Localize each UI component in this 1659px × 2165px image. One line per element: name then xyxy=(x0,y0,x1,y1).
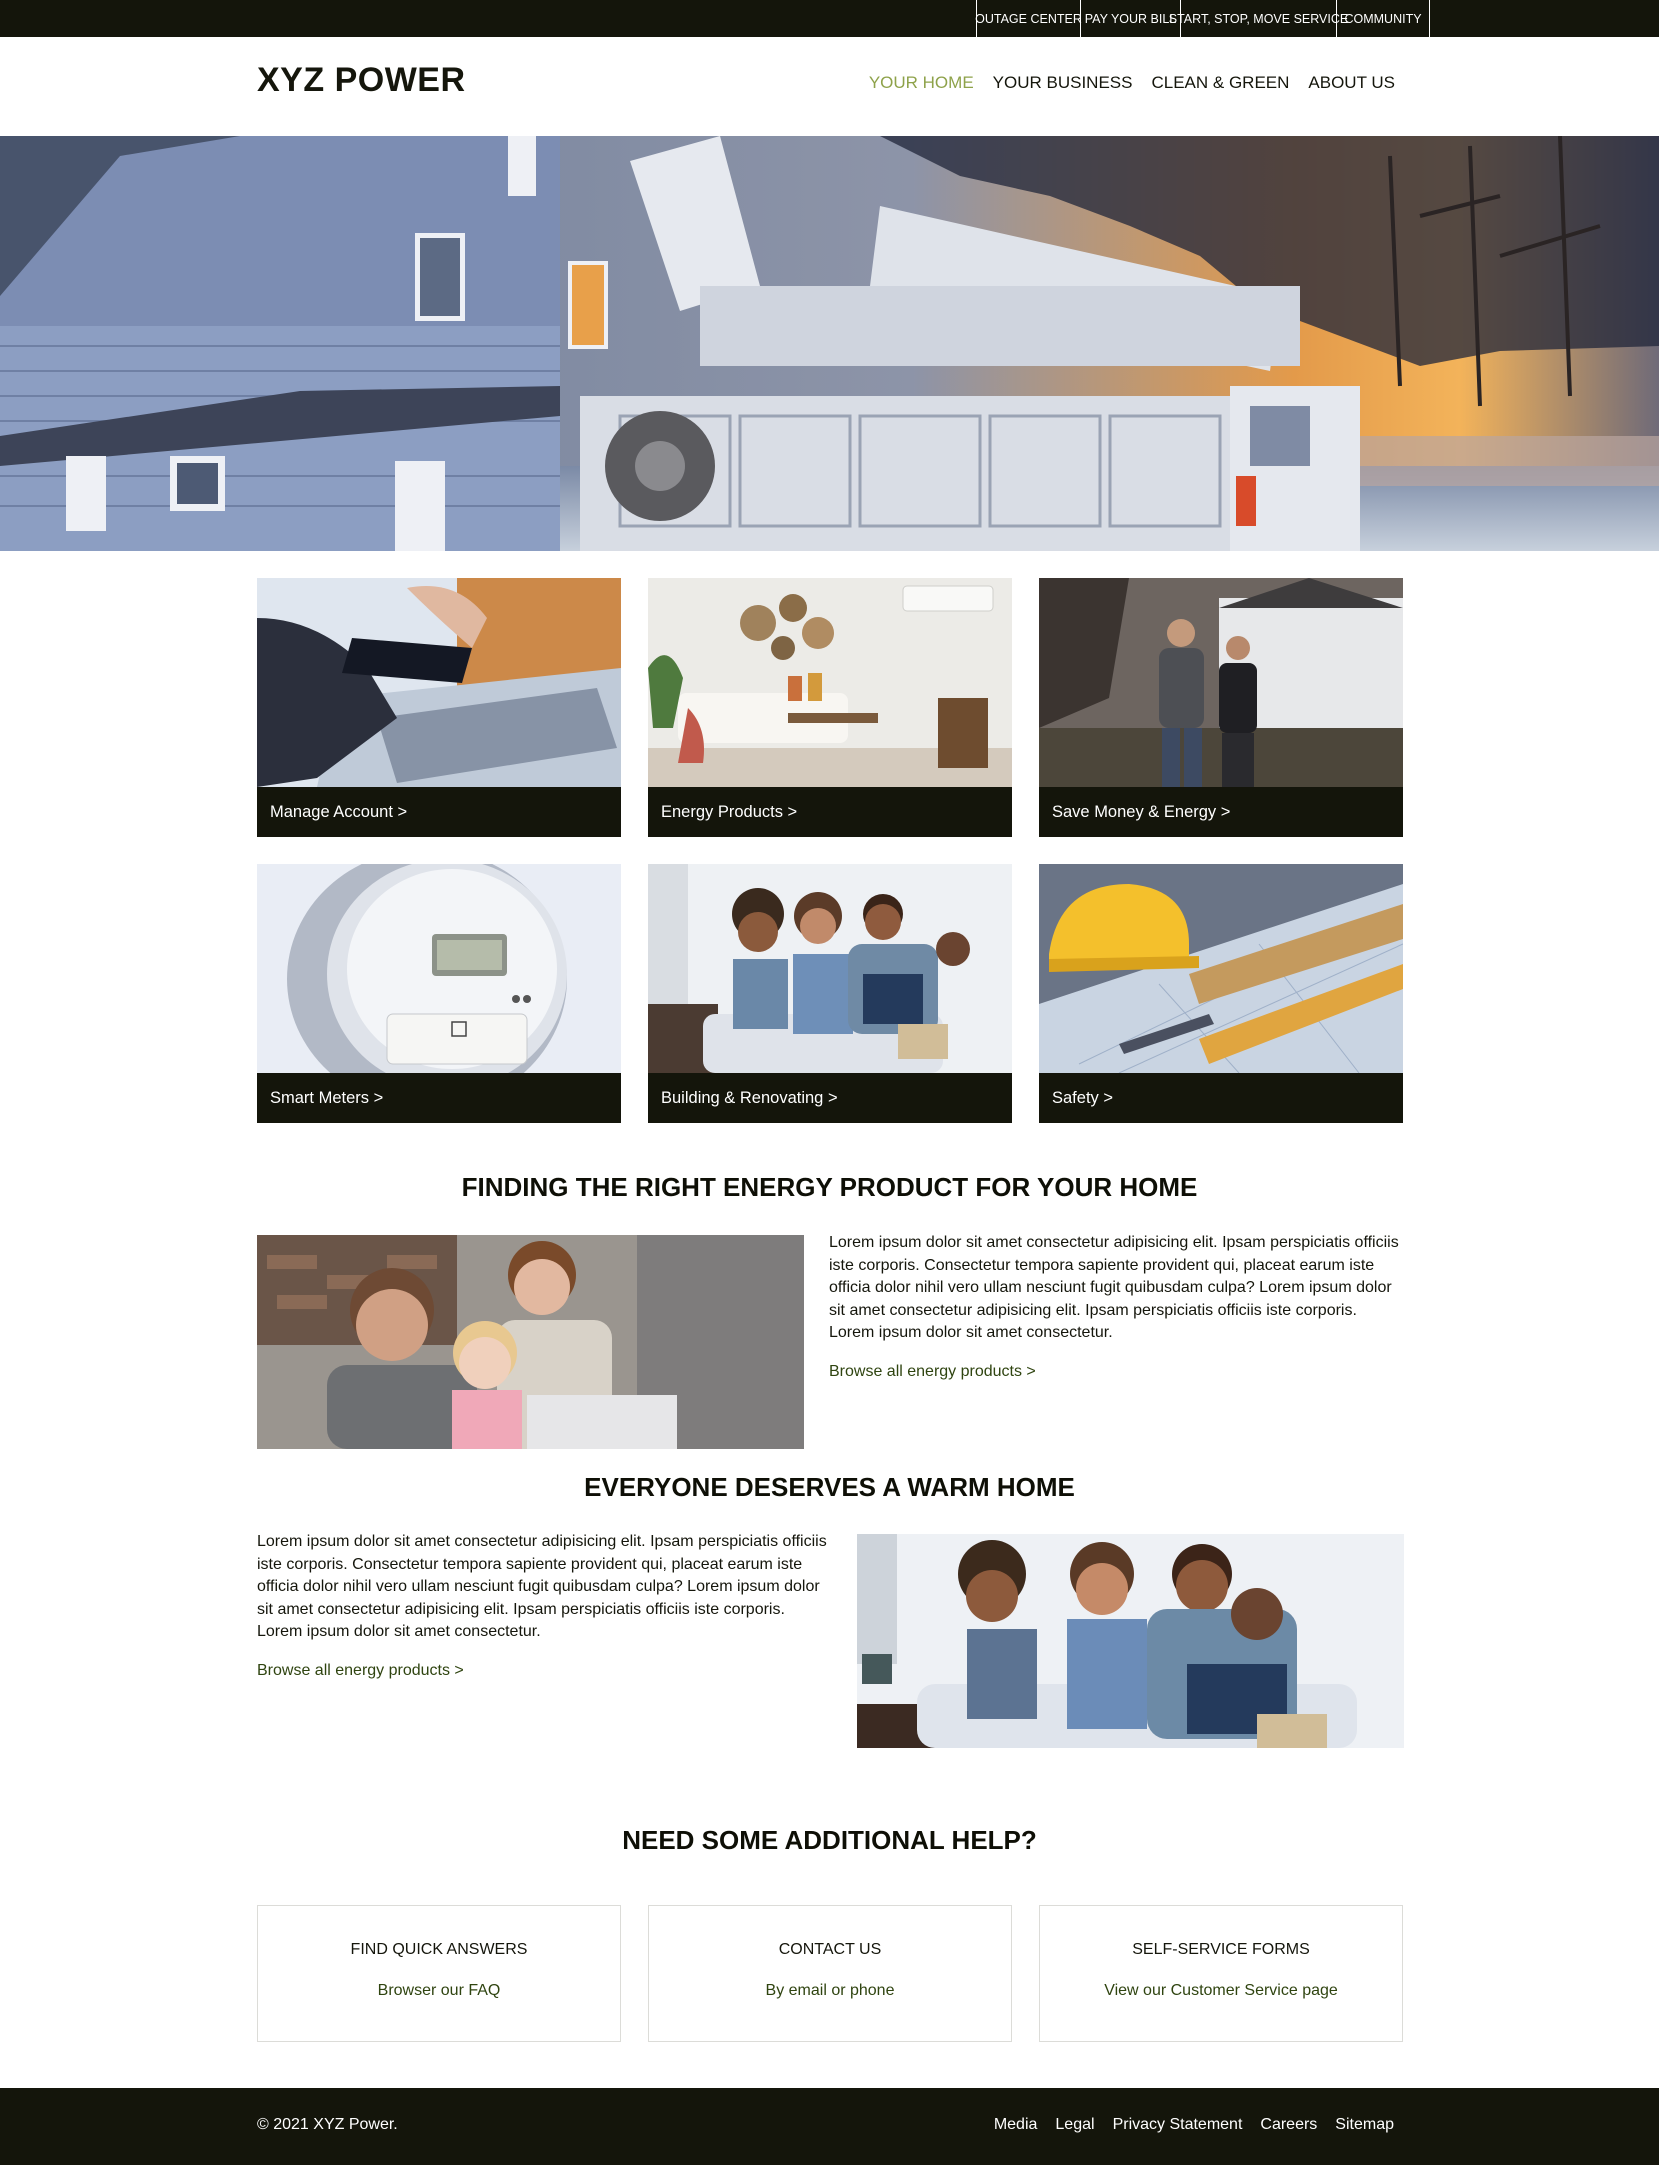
section2-body-text: Lorem ipsum dolor sit amet consectetur a… xyxy=(257,1533,827,1640)
help-box-title: FIND QUICK ANSWERS xyxy=(350,1941,528,1958)
site-header: XYZ POWER YOUR HOME YOUR BUSINESS CLEAN … xyxy=(0,37,1659,136)
tile-label: Smart Meters > xyxy=(257,1073,621,1123)
section1-body-text: Lorem ipsum dolor sit amet consectetur a… xyxy=(829,1234,1399,1341)
help-box-contact-us: CONTACT US By email or phone xyxy=(648,1905,1012,2042)
smart-meters-image xyxy=(257,864,621,1073)
contact-link[interactable]: By email or phone xyxy=(649,1982,1011,2000)
section2-browse-link[interactable]: Browse all energy products > xyxy=(257,1662,464,1680)
tile-label: Safety > xyxy=(1039,1073,1403,1123)
nav-about-us[interactable]: ABOUT US xyxy=(1308,73,1395,93)
tile-building-renovating[interactable]: Building & Renovating > xyxy=(648,864,1012,1123)
footer-link-privacy[interactable]: Privacy Statement xyxy=(1113,2116,1243,2134)
main-nav: YOUR HOME YOUR BUSINESS CLEAN & GREEN AB… xyxy=(869,73,1395,93)
help-box-quick-answers: FIND QUICK ANSWERS Browser our FAQ xyxy=(257,1905,621,2042)
tile-energy-products[interactable]: Energy Products > xyxy=(648,578,1012,837)
help-box-self-service: SELF-SERVICE FORMS View our Customer Ser… xyxy=(1039,1905,1403,2042)
tile-save-money-energy[interactable]: Save Money & Energy > xyxy=(1039,578,1403,837)
hero-image xyxy=(0,136,1659,551)
nav-clean-green[interactable]: CLEAN & GREEN xyxy=(1151,73,1289,93)
building-renovating-image xyxy=(648,864,1012,1073)
tile-label: Save Money & Energy > xyxy=(1039,787,1403,837)
tile-label: Building & Renovating > xyxy=(648,1073,1012,1123)
family-couch-image xyxy=(857,1534,1404,1748)
save-money-energy-image xyxy=(1039,578,1403,787)
utility-link-outage-center[interactable]: OUTAGE CENTER xyxy=(975,0,1082,37)
site-logo[interactable]: XYZ POWER xyxy=(257,61,466,100)
help-box-title: SELF-SERVICE FORMS xyxy=(1132,1941,1310,1958)
tile-label: Energy Products > xyxy=(648,787,1012,837)
footer-link-careers[interactable]: Careers xyxy=(1260,2116,1317,2134)
tile-manage-account[interactable]: Manage Account > xyxy=(257,578,621,837)
utility-nav: OUTAGE CENTER PAY YOUR BILL START, STOP,… xyxy=(975,0,1430,37)
faq-link[interactable]: Browser our FAQ xyxy=(258,1982,620,2000)
utility-link-pay-your-bill[interactable]: PAY YOUR BILL xyxy=(1080,0,1180,37)
help-section-title: NEED SOME ADDITIONAL HELP? xyxy=(622,1825,1037,1855)
tile-safety[interactable]: Safety > xyxy=(1039,864,1403,1123)
footer-link-sitemap[interactable]: Sitemap xyxy=(1335,2116,1394,2134)
copyright-text: © 2021 XYZ Power. xyxy=(257,2116,398,2133)
footer-link-legal[interactable]: Legal xyxy=(1055,2116,1094,2134)
footer-nav: Media Legal Privacy Statement Careers Si… xyxy=(994,2116,1394,2134)
customer-service-link[interactable]: View our Customer Service page xyxy=(1040,1982,1402,2000)
help-box-title: CONTACT US xyxy=(778,1941,882,1958)
tile-label: Manage Account > xyxy=(257,787,621,837)
tile-smart-meters[interactable]: Smart Meters > xyxy=(257,864,621,1123)
safety-image xyxy=(1039,864,1403,1073)
utility-link-community[interactable]: COMMUNITY xyxy=(1336,0,1430,37)
nav-your-business[interactable]: YOUR BUSINESS xyxy=(993,73,1133,93)
nav-your-home[interactable]: YOUR HOME xyxy=(869,73,974,93)
footer-link-media[interactable]: Media xyxy=(994,2116,1038,2134)
section-title-warm-home: EVERYONE DESERVES A WARM HOME xyxy=(584,1472,1075,1502)
section-title-energy-product: FINDING THE RIGHT ENERGY PRODUCT FOR YOU… xyxy=(461,1172,1198,1202)
section1-browse-link[interactable]: Browse all energy products > xyxy=(829,1363,1036,1381)
manage-account-image xyxy=(257,578,621,787)
family-laptop-image xyxy=(257,1235,804,1449)
site-footer: © 2021 XYZ Power. Media Legal Privacy St… xyxy=(0,2088,1659,2165)
utility-bar: OUTAGE CENTER PAY YOUR BILL START, STOP,… xyxy=(0,0,1659,37)
energy-products-image xyxy=(648,578,1012,787)
utility-link-start-stop-move[interactable]: START, STOP, MOVE SERVICE xyxy=(1169,0,1348,37)
